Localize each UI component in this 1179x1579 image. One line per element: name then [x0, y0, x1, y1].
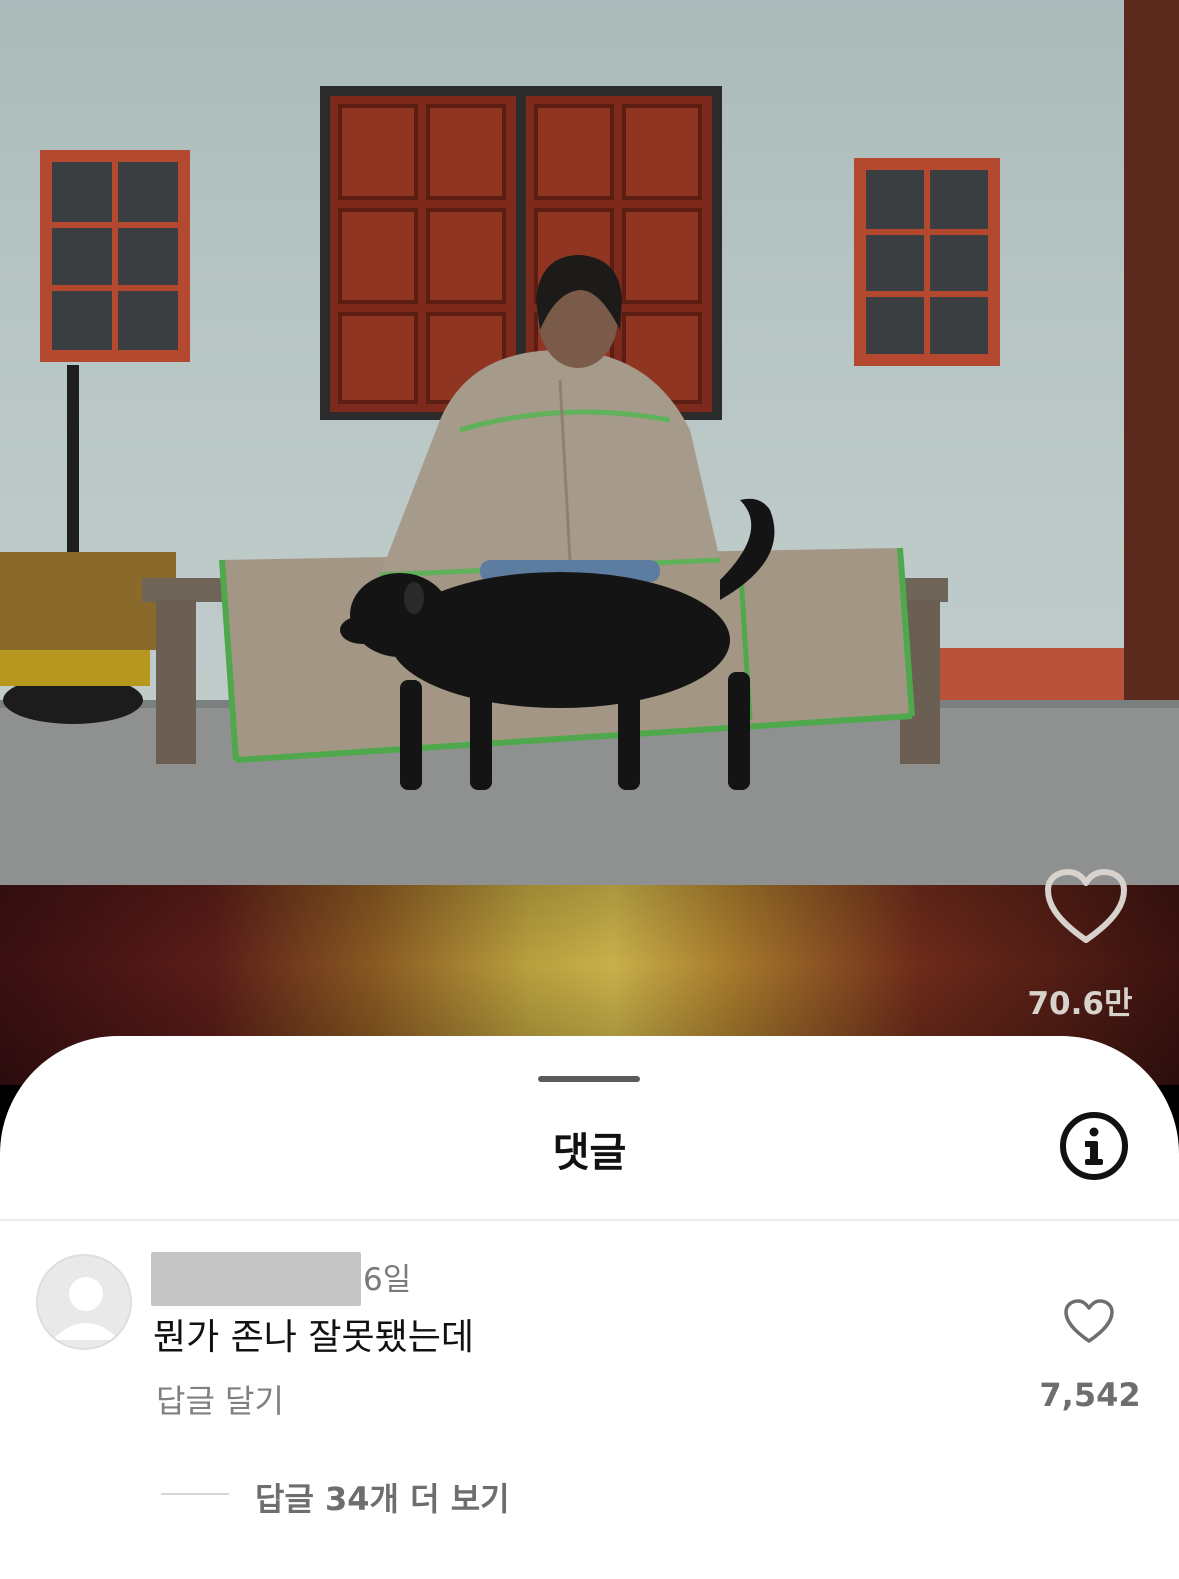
replies-divider-line: [161, 1493, 229, 1495]
comment-heart-icon[interactable]: [1063, 1298, 1115, 1346]
video-frame[interactable]: [0, 0, 1179, 885]
sheet-grabber-handle[interactable]: [538, 1076, 640, 1082]
default-avatar-icon: [52, 1277, 120, 1340]
comment-like-count: 7,542: [1039, 1376, 1141, 1414]
comments-sheet: 댓글 6일 뭔가 존나 잘못됐는데 답글 달기 7,542 답글 34개 더 보…: [0, 1036, 1179, 1579]
username-redacted[interactable]: [151, 1252, 361, 1306]
video-like-count: 70.6만: [1027, 986, 1133, 1022]
comment-text: 뭔가 존나 잘못됐는데: [153, 1317, 474, 1358]
avatar[interactable]: [36, 1254, 132, 1350]
info-circle-icon[interactable]: [1058, 1110, 1130, 1182]
comment-timestamp: 6일: [363, 1262, 412, 1298]
reply-button[interactable]: 답글 달기: [156, 1376, 284, 1422]
sheet-title: 댓글: [552, 1130, 627, 1176]
heart-outline-icon[interactable]: [1044, 868, 1128, 948]
sheet-divider: [0, 1219, 1179, 1221]
video-scene-image: [0, 0, 1179, 885]
view-more-replies-button[interactable]: 답글 34개 더 보기: [255, 1474, 510, 1520]
